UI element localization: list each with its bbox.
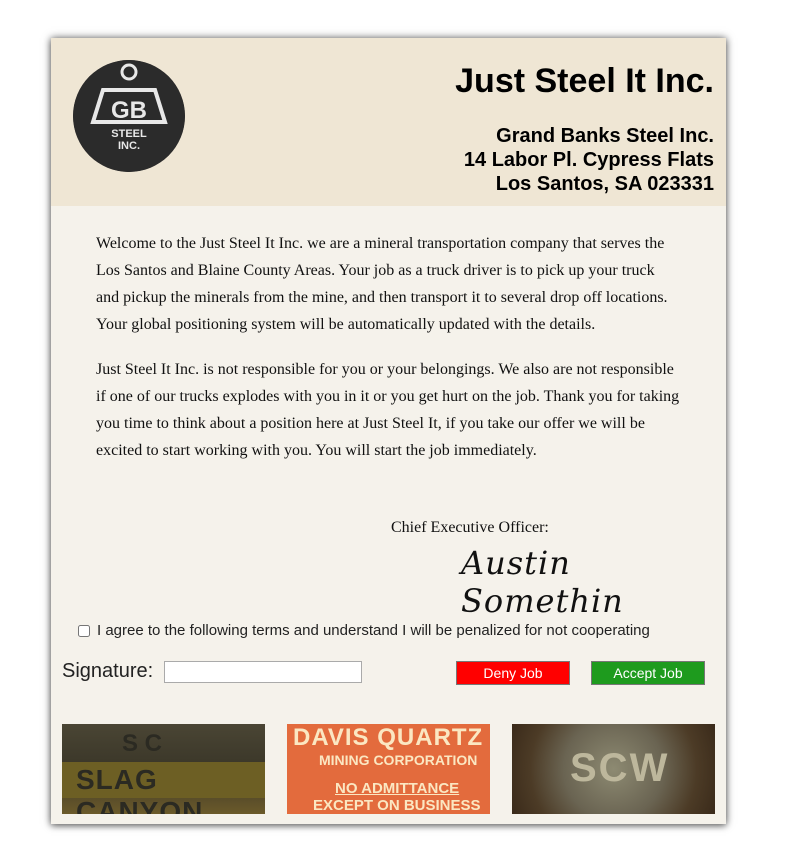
company-logo: GB STEEL INC.	[73, 60, 185, 172]
davis-quartz-subtext: MINING CORPORATION	[319, 752, 478, 768]
davis-quartz-text: DAVIS QUARTZ	[293, 724, 484, 751]
ceo-title: Chief Executive Officer:	[391, 519, 549, 536]
accept-job-button[interactable]: Accept Job	[591, 661, 705, 685]
letter-body: Welcome to the Just Steel It Inc. we are…	[96, 230, 681, 482]
deny-job-button[interactable]: Deny Job	[456, 661, 570, 685]
agree-label: I agree to the following terms and under…	[97, 622, 650, 639]
letter-paragraph-2: Just Steel It Inc. is not responsible fo…	[96, 361, 680, 459]
slag-canyon-photo: S C SLAG CANYON	[62, 724, 265, 814]
davis-quartz-photo: DAVIS QUARTZ MINING CORPORATION NO ADMIT…	[287, 724, 490, 814]
signature-input[interactable]	[164, 661, 362, 683]
scw-text: SCW	[570, 746, 670, 790]
scw-photo: SCW	[512, 724, 715, 814]
signature-label: Signature:	[62, 660, 154, 682]
ceo-signature: Austin Somethin	[461, 544, 624, 620]
agree-terms[interactable]: I agree to the following terms and under…	[78, 622, 650, 639]
address-line-3: Los Santos, SA 023331	[495, 173, 714, 195]
address-line-1: Grand Banks Steel Inc.	[496, 125, 714, 147]
letterhead: GB STEEL INC. Just Steel It Inc. Grand B…	[51, 38, 726, 206]
davis-quartz-warning: NO ADMITTANCE	[335, 780, 460, 797]
company-name: Just Steel It Inc.	[455, 62, 714, 100]
address-line-2: 14 Labor Pl. Cypress Flats	[463, 149, 714, 171]
slag-canyon-logo-text: S C	[122, 730, 163, 757]
slag-canyon-text: SLAG CANYON	[76, 764, 204, 814]
davis-quartz-warning-2: EXCEPT ON BUSINESS	[313, 797, 481, 814]
job-offer-card: GB STEEL INC. Just Steel It Inc. Grand B…	[51, 38, 726, 824]
agree-checkbox[interactable]	[78, 624, 90, 637]
svg-text:GB: GB	[111, 97, 147, 124]
logo-text: STEEL INC.	[111, 128, 147, 152]
company-address: Grand Banks Steel Inc. 14 Labor Pl. Cypr…	[464, 124, 714, 196]
letter-paragraph-1: Welcome to the Just Steel It Inc. we are…	[96, 235, 668, 333]
